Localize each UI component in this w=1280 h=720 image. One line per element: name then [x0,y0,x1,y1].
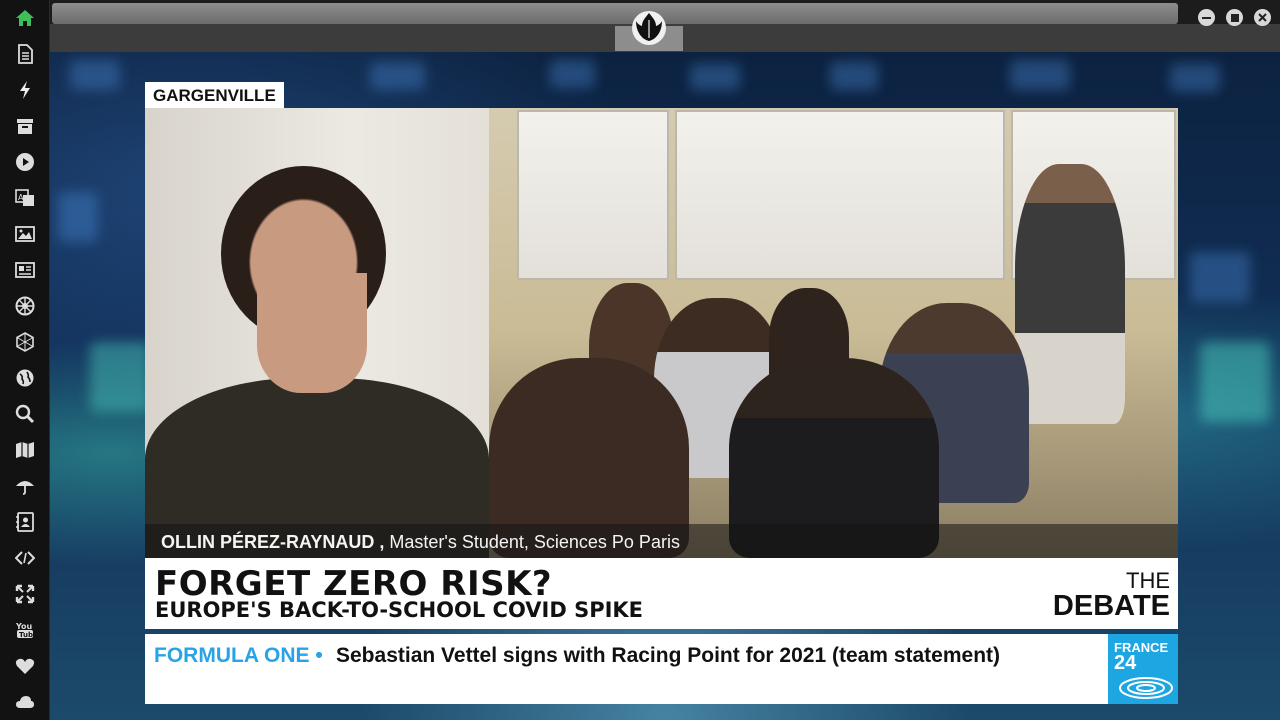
sidebar-item-code[interactable] [0,540,50,576]
speaker-title: Master's Student, Sciences Po Paris [389,532,680,552]
svg-text:Tube: Tube [19,631,35,639]
headline-bar: FORGET ZERO RISK? EUROPE'S BACK-TO-SCHOO… [145,558,1178,629]
home-icon [16,10,34,26]
speaker-caption-bar: OLLIN PÉREZ-RAYNAUD , Master's Student, … [145,524,1178,558]
sidebar-item-youtube[interactable]: YouTube [0,612,50,648]
sidebar-item-flash[interactable] [0,72,50,108]
search-icon [15,404,35,424]
speaker-caption: OLLIN PÉREZ-RAYNAUD , Master's Student, … [161,532,680,553]
classroom-footage [489,108,1178,558]
ticker-text: Sebastian Vettel signs with Racing Point… [336,644,1001,667]
sidebar-item-home[interactable] [0,0,50,36]
svg-text:You: You [15,622,33,631]
document-icon [18,44,33,64]
sidebar-item-hexagon[interactable] [0,324,50,360]
maximize-icon [1230,13,1239,22]
map-icon [16,442,34,458]
news-ticker: FORMULA ONE • Sebastian Vettel signs wit… [145,634,1108,704]
code-icon [15,551,35,565]
sidebar-item-cloud[interactable] [0,684,50,720]
program-name-line2: DEBATE [1052,590,1170,622]
cloud-icon [16,696,34,708]
expand-icon [15,584,35,604]
sidebar-item-map[interactable] [0,432,50,468]
speaker-separator: , [374,532,390,552]
guest-camera [145,108,489,558]
sidebar-item-fullscreen[interactable] [0,576,50,612]
newspaper-icon [15,262,35,278]
sidebar-item-translate[interactable]: A [0,180,50,216]
close-icon [1258,13,1267,22]
sidebar-item-news[interactable] [0,252,50,288]
sidebar-item-favorites[interactable] [0,648,50,684]
archive-icon [17,119,33,134]
hexagon-icon [16,332,34,352]
channel-logo-line2: 24 [1114,652,1137,674]
umbrella-icon [16,481,34,495]
maximize-button[interactable] [1226,9,1243,26]
sidebar-item-documents[interactable] [0,36,50,72]
translate-icon: A [15,189,34,206]
speaker-name: OLLIN PÉREZ-RAYNAUD [161,532,375,552]
sidebar: A YouTube [0,0,50,720]
youtube-icon: YouTube [15,622,35,639]
ticker-category: FORMULA ONE • [154,644,323,667]
sidebar-item-play[interactable] [0,144,50,180]
headline-sub: EUROPE'S BACK-TO-SCHOOL COVID SPIKE [155,598,644,622]
minimize-button[interactable] [1198,9,1215,26]
sidebar-item-search[interactable] [0,396,50,432]
galactic-empire-icon [15,296,35,316]
sidebar-item-images[interactable] [0,216,50,252]
lightning-icon [20,81,30,99]
rebel-alliance-icon [632,11,666,45]
close-button[interactable] [1254,9,1271,26]
heart-icon [15,658,35,674]
svg-text:A: A [18,193,24,202]
sidebar-item-archive[interactable] [0,108,50,144]
location-tag: GARGENVILLE [145,82,284,108]
play-icon [16,153,34,171]
image-icon [15,226,35,242]
sidebar-item-contacts[interactable] [0,504,50,540]
title-bar [50,0,1280,52]
address-bar[interactable] [52,3,1178,24]
video-frame[interactable]: OLLIN PÉREZ-RAYNAUD , Master's Student, … [145,108,1178,558]
channel-swirl-icon [1119,677,1173,699]
sidebar-item-weather[interactable] [0,468,50,504]
globe-icon [16,369,34,387]
sidebar-item-globe[interactable] [0,360,50,396]
sidebar-item-empire[interactable] [0,288,50,324]
contact-book-icon [16,512,34,532]
channel-logo: FRANCE 24 [1108,634,1178,704]
minimize-icon [1202,16,1211,19]
